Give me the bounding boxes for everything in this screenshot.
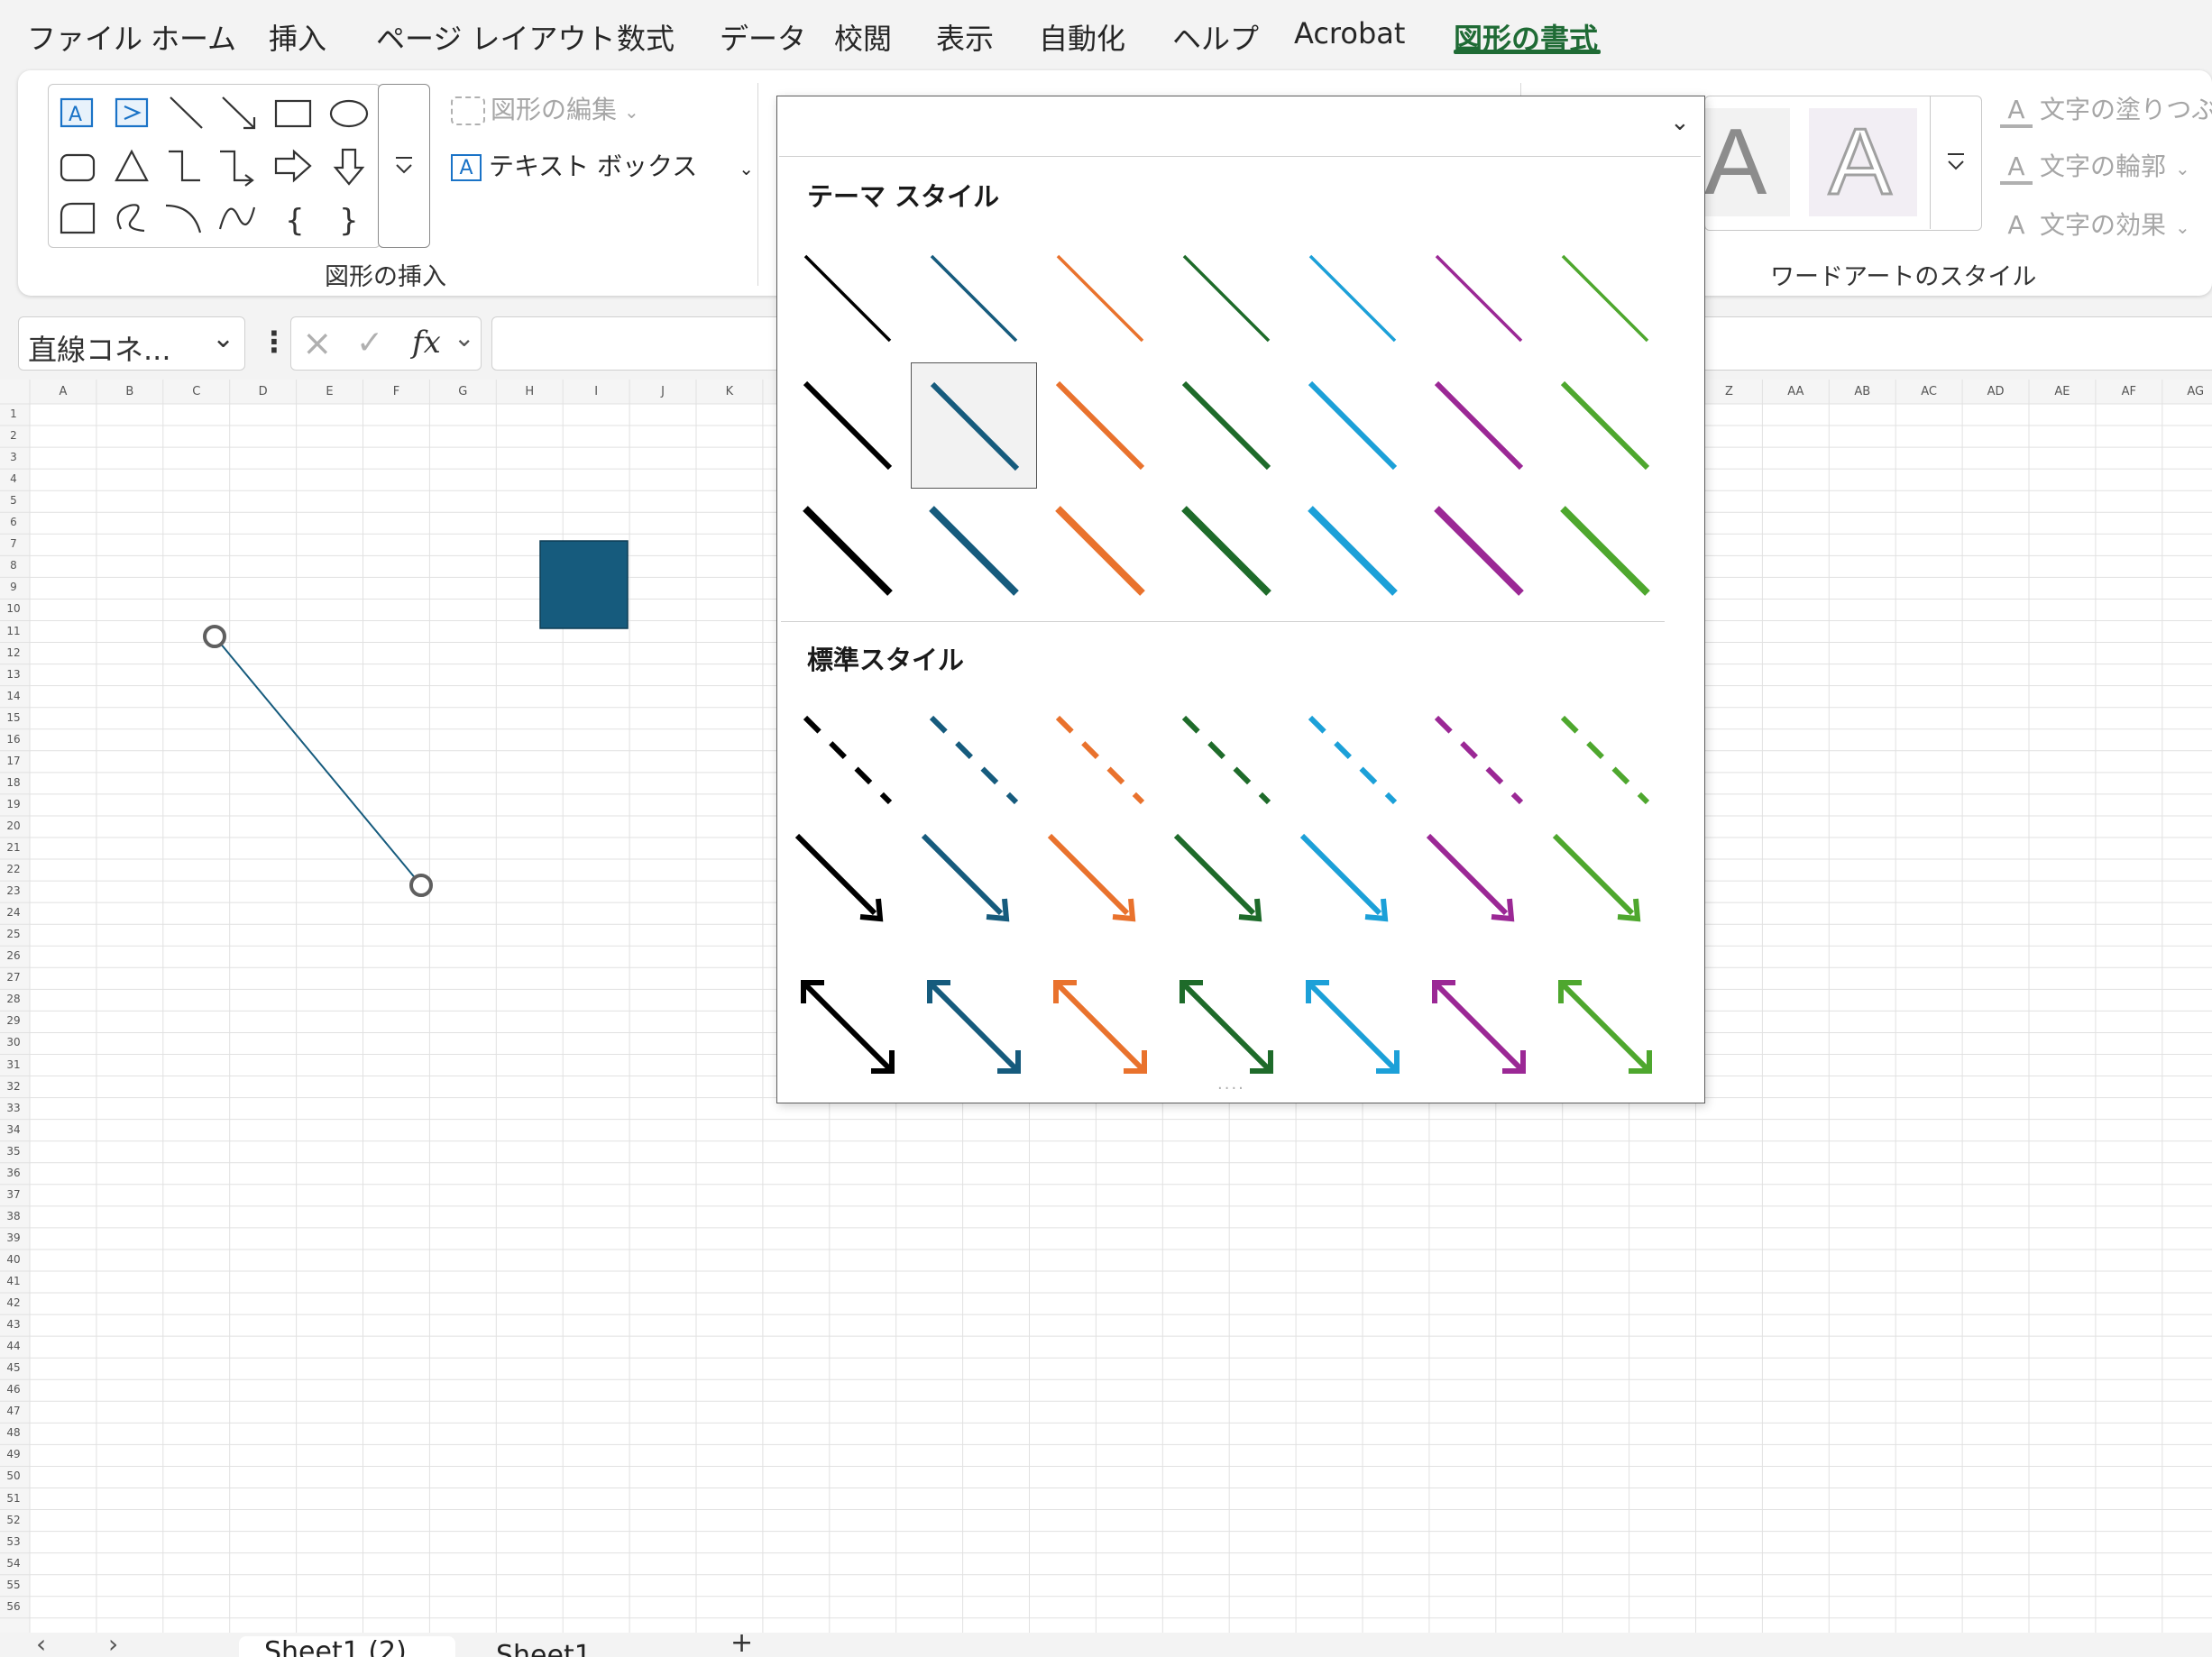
scroll-left-icon[interactable]: ‹	[36, 1633, 46, 1657]
connector-start-handle[interactable]	[203, 625, 226, 648]
theme-line-style[interactable]	[1163, 488, 1290, 614]
double-arrow-line-style[interactable]	[1542, 964, 1668, 1090]
dashed-line-style[interactable]	[1416, 697, 1542, 823]
dashed-line-style[interactable]	[1290, 697, 1416, 823]
sheet-tab-active[interactable]: Sheet1 (2)	[239, 1636, 455, 1657]
theme-line-style[interactable]	[785, 362, 911, 489]
collapse-gallery-icon[interactable]: ⌄	[1670, 109, 1690, 136]
dashed-line-style[interactable]	[1163, 697, 1290, 823]
arrow-line-style[interactable]	[1037, 823, 1163, 949]
theme-line-style[interactable]	[1416, 362, 1542, 489]
dashed-line-style[interactable]	[911, 697, 1037, 823]
connector-end-handle[interactable]	[409, 874, 433, 897]
theme-line-style[interactable]	[1163, 362, 1290, 489]
theme-line-style[interactable]	[1037, 488, 1163, 614]
theme-line-style[interactable]	[911, 362, 1037, 489]
dropdown-divider	[779, 156, 1701, 157]
double-arrow-line-style[interactable]	[911, 964, 1037, 1090]
theme-line-style[interactable]	[1416, 235, 1542, 362]
theme-line-style[interactable]	[1290, 488, 1416, 614]
theme-line-style[interactable]	[911, 488, 1037, 614]
dashed-line-style[interactable]	[785, 697, 911, 823]
add-sheet-icon[interactable]: +	[730, 1633, 753, 1657]
dashed-line-style[interactable]	[1542, 697, 1668, 823]
theme-line-style[interactable]	[1542, 235, 1668, 362]
arrow-line-style[interactable]	[785, 823, 911, 949]
arrow-line-style[interactable]	[1290, 823, 1416, 949]
theme-line-style[interactable]	[1163, 235, 1290, 362]
arrow-line-style[interactable]	[1416, 823, 1542, 949]
square-shape[interactable]	[539, 540, 629, 629]
double-arrow-line-style[interactable]	[1290, 964, 1416, 1090]
theme-line-style[interactable]	[1290, 362, 1416, 489]
double-arrow-line-style[interactable]	[1037, 964, 1163, 1090]
section-divider	[781, 621, 1665, 622]
theme-line-style[interactable]	[1037, 235, 1163, 362]
theme-line-style[interactable]	[1037, 362, 1163, 489]
scroll-right-icon[interactable]: ›	[108, 1633, 118, 1657]
standard-styles-heading: 標準スタイル	[807, 645, 965, 675]
double-arrow-line-style[interactable]	[1416, 964, 1542, 1090]
theme-line-style[interactable]	[785, 235, 911, 362]
theme-line-style[interactable]	[1290, 235, 1416, 362]
arrow-line-style[interactable]	[1542, 823, 1668, 949]
double-arrow-line-style[interactable]	[1163, 964, 1290, 1090]
theme-styles-heading: テーマ スタイル	[807, 181, 1000, 212]
selected-straight-connector[interactable]	[214, 636, 422, 886]
dashed-line-style[interactable]	[1037, 697, 1163, 823]
sheet-tab[interactable]: Sheet1	[469, 1640, 631, 1657]
line-style-gallery-dropdown: ⌄ テーマ スタイル 標準スタイル ····	[776, 96, 1705, 1103]
sheet-tab-bar: ‹ › Sheet1 (2) Sheet1 +	[0, 1633, 2212, 1657]
arrow-line-style[interactable]	[911, 823, 1037, 949]
theme-line-style[interactable]	[1542, 362, 1668, 489]
theme-line-style[interactable]	[1416, 488, 1542, 614]
theme-line-style[interactable]	[785, 488, 911, 614]
theme-line-style[interactable]	[911, 235, 1037, 362]
arrow-line-style[interactable]	[1163, 823, 1290, 949]
theme-line-style[interactable]	[1542, 488, 1668, 614]
double-arrow-line-style[interactable]	[785, 964, 911, 1090]
